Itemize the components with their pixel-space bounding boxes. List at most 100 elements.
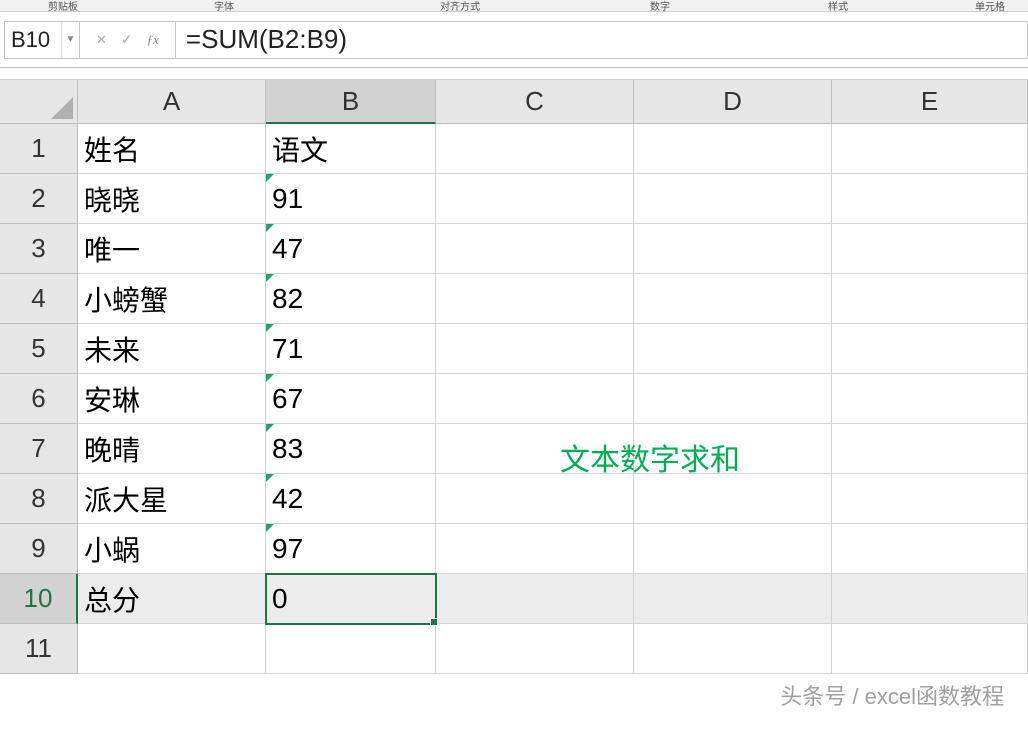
cell-A6[interactable]: 安琳 bbox=[78, 374, 266, 424]
cell-E5[interactable] bbox=[832, 324, 1028, 374]
col-header-B[interactable]: B bbox=[266, 80, 436, 124]
row-header[interactable]: 1 bbox=[0, 124, 78, 174]
cell-B6[interactable]: 67 bbox=[266, 374, 436, 424]
text-format-indicator-icon bbox=[266, 224, 274, 232]
row-header[interactable]: 8 bbox=[0, 474, 78, 524]
cell-C6[interactable] bbox=[436, 374, 634, 424]
cell-C10[interactable] bbox=[436, 574, 634, 624]
sheet-gap bbox=[0, 68, 1028, 80]
formula-input[interactable]: =SUM(B2:B9) bbox=[176, 21, 1028, 59]
table-row: 5未来71 bbox=[0, 324, 1028, 374]
row-header[interactable]: 11 bbox=[0, 624, 78, 674]
fx-icon[interactable]: ƒx bbox=[147, 32, 159, 48]
cell-D3[interactable] bbox=[634, 224, 832, 274]
cell-D8[interactable] bbox=[634, 474, 832, 524]
cell-D6[interactable] bbox=[634, 374, 832, 424]
col-header-C[interactable]: C bbox=[436, 80, 634, 124]
cell-A5[interactable]: 未来 bbox=[78, 324, 266, 374]
cell-A1[interactable]: 姓名 bbox=[78, 124, 266, 174]
cell-B2[interactable]: 91 bbox=[266, 174, 436, 224]
cell-A10[interactable]: 总分 bbox=[78, 574, 266, 624]
cell-B3[interactable]: 47 bbox=[266, 224, 436, 274]
cell-B1[interactable]: 语文 bbox=[266, 124, 436, 174]
cell-D9[interactable] bbox=[634, 524, 832, 574]
cell-D10[interactable] bbox=[634, 574, 832, 624]
group-number: 数字 bbox=[650, 0, 670, 13]
cell-C8[interactable] bbox=[436, 474, 634, 524]
cell-C3[interactable] bbox=[436, 224, 634, 274]
table-row: 10总分0 bbox=[0, 574, 1028, 624]
cell-A4[interactable]: 小螃蟹 bbox=[78, 274, 266, 324]
cell-D2[interactable] bbox=[634, 174, 832, 224]
cell-A7[interactable]: 晚晴 bbox=[78, 424, 266, 474]
cell-E10[interactable] bbox=[832, 574, 1028, 624]
cell-E6[interactable] bbox=[832, 374, 1028, 424]
cell-B8[interactable]: 42 bbox=[266, 474, 436, 524]
cell-D4[interactable] bbox=[634, 274, 832, 324]
cell-A8[interactable]: 派大星 bbox=[78, 474, 266, 524]
cell-E4[interactable] bbox=[832, 274, 1028, 324]
table-row: 3唯一47 bbox=[0, 224, 1028, 274]
row-header[interactable]: 2 bbox=[0, 174, 78, 224]
table-row: 11 bbox=[0, 624, 1028, 674]
cell-D11[interactable] bbox=[634, 624, 832, 674]
cell-C4[interactable] bbox=[436, 274, 634, 324]
cell-E3[interactable] bbox=[832, 224, 1028, 274]
cell-E7[interactable] bbox=[832, 424, 1028, 474]
row-header[interactable]: 10 bbox=[0, 574, 78, 624]
col-header-E[interactable]: E bbox=[832, 80, 1028, 124]
cell-A11[interactable] bbox=[78, 624, 266, 674]
cell-A3[interactable]: 唯一 bbox=[78, 224, 266, 274]
cancel-icon[interactable]: ✕ bbox=[96, 32, 107, 48]
table-row: 9小蜗97 bbox=[0, 524, 1028, 574]
cell-E1[interactable] bbox=[832, 124, 1028, 174]
cell-E2[interactable] bbox=[832, 174, 1028, 224]
ribbon-group-labels: 剪贴板 字体 对齐方式 数字 样式 单元格 bbox=[0, 0, 1028, 12]
row-header[interactable]: 4 bbox=[0, 274, 78, 324]
cell-D5[interactable] bbox=[634, 324, 832, 374]
select-all-corner[interactable] bbox=[0, 80, 78, 124]
cell-C11[interactable] bbox=[436, 624, 634, 674]
formula-bar: ▼ ✕ ✓ ƒx =SUM(B2:B9) bbox=[0, 12, 1028, 68]
row-header[interactable]: 9 bbox=[0, 524, 78, 574]
row-header[interactable]: 7 bbox=[0, 424, 78, 474]
accept-icon[interactable]: ✓ bbox=[121, 31, 133, 48]
text-format-indicator-icon bbox=[266, 474, 274, 482]
text-format-indicator-icon bbox=[266, 524, 274, 532]
row-header[interactable]: 3 bbox=[0, 224, 78, 274]
table-row: 4小螃蟹82 bbox=[0, 274, 1028, 324]
formula-controls: ✕ ✓ ƒx bbox=[80, 21, 176, 59]
col-header-A[interactable]: A bbox=[78, 80, 266, 124]
text-format-indicator-icon bbox=[266, 174, 274, 182]
name-box-dropdown[interactable]: ▼ bbox=[61, 22, 79, 58]
text-format-indicator-icon bbox=[266, 274, 274, 282]
cell-B5[interactable]: 71 bbox=[266, 324, 436, 374]
cell-B4[interactable]: 82 bbox=[266, 274, 436, 324]
cell-C2[interactable] bbox=[436, 174, 634, 224]
cell-C5[interactable] bbox=[436, 324, 634, 374]
cell-C9[interactable] bbox=[436, 524, 634, 574]
cell-E9[interactable] bbox=[832, 524, 1028, 574]
table-row: 7晚晴83 bbox=[0, 424, 1028, 474]
column-headers: A B C D E bbox=[0, 80, 1028, 124]
col-header-D[interactable]: D bbox=[634, 80, 832, 124]
cell-E11[interactable] bbox=[832, 624, 1028, 674]
cell-B10[interactable]: 0 bbox=[266, 574, 436, 624]
cell-D1[interactable] bbox=[634, 124, 832, 174]
cell-A2[interactable]: 晓晓 bbox=[78, 174, 266, 224]
group-font: 字体 bbox=[214, 0, 234, 13]
cell-B9[interactable]: 97 bbox=[266, 524, 436, 574]
watermark: 头条号 / excel函数教程 bbox=[780, 679, 1004, 711]
name-box[interactable] bbox=[5, 22, 61, 58]
row-header[interactable]: 5 bbox=[0, 324, 78, 374]
cell-B7[interactable]: 83 bbox=[266, 424, 436, 474]
text-format-indicator-icon bbox=[266, 324, 274, 332]
cell-C1[interactable] bbox=[436, 124, 634, 174]
cell-A9[interactable]: 小蜗 bbox=[78, 524, 266, 574]
row-header[interactable]: 6 bbox=[0, 374, 78, 424]
cell-B11[interactable] bbox=[266, 624, 436, 674]
table-row: 8派大星42 bbox=[0, 474, 1028, 524]
group-alignment: 对齐方式 bbox=[440, 0, 480, 13]
cell-E8[interactable] bbox=[832, 474, 1028, 524]
spreadsheet-grid: A B C D E 1姓名语文2晓晓913唯一474小螃蟹825未来716安琳6… bbox=[0, 80, 1028, 674]
